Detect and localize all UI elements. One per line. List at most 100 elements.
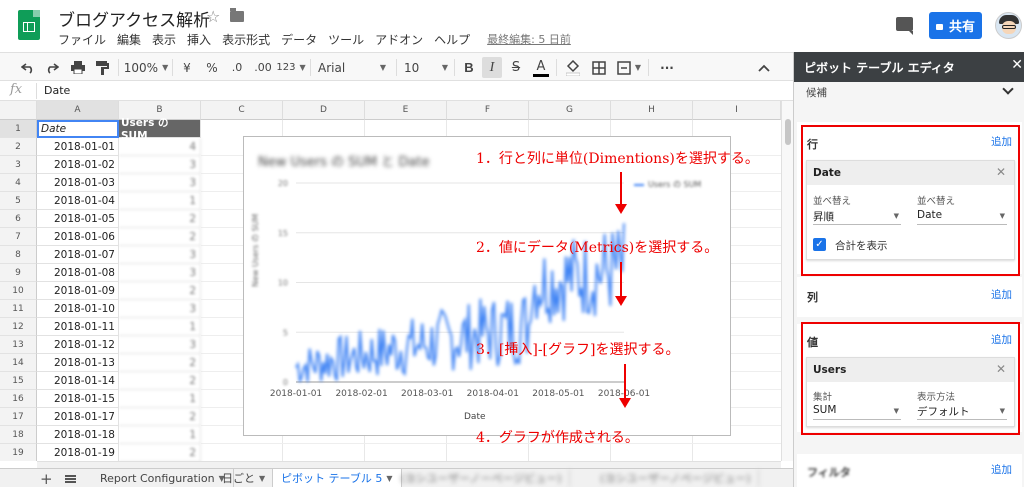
cell-users-sum[interactable]: 3 <box>119 246 201 264</box>
folder-icon[interactable] <box>230 8 244 22</box>
cell-date[interactable]: 2018-01-04 <box>37 192 119 210</box>
cell-date[interactable]: 2018-01-12 <box>37 336 119 354</box>
currency-button[interactable]: ¥ <box>180 59 194 76</box>
column-header-d[interactable]: D <box>283 101 365 120</box>
cell-date[interactable]: 2018-01-02 <box>37 156 119 174</box>
close-icon[interactable]: ✕ <box>1011 57 1023 73</box>
row-header[interactable]: 6 <box>0 210 37 228</box>
menu-insert[interactable]: 挿入 <box>187 31 211 48</box>
cell-users-sum[interactable]: 3 <box>119 336 201 354</box>
menu-view[interactable]: 表示 <box>152 31 176 48</box>
column-header-h[interactable]: H <box>611 101 693 120</box>
row-header[interactable]: 10 <box>0 282 37 300</box>
redo-icon[interactable] <box>44 59 60 76</box>
cell-date[interactable]: 2018-01-08 <box>37 264 119 282</box>
row-header[interactable]: 12 <box>0 318 37 336</box>
borders-icon[interactable] <box>590 59 608 76</box>
more-formats-button[interactable]: 123 ▼ <box>276 59 305 76</box>
sheets-logo-icon[interactable] <box>18 10 40 40</box>
comment-icon[interactable] <box>896 17 913 35</box>
column-header-c[interactable]: C <box>201 101 283 120</box>
star-icon[interactable]: ☆ <box>206 7 220 26</box>
row-header[interactable]: 11 <box>0 300 37 318</box>
column-header-i[interactable]: I <box>693 101 781 120</box>
cell-users-sum[interactable]: 1 <box>119 192 201 210</box>
collapse-toolbar-icon[interactable] <box>756 59 772 76</box>
row-header[interactable]: 14 <box>0 354 37 372</box>
columns-add-button[interactable]: 追加 <box>991 287 1012 302</box>
cell-users-sum[interactable]: 2 <box>119 210 201 228</box>
row-header[interactable]: 5 <box>0 192 37 210</box>
tab-pivot-table-5[interactable]: ピボット テーブル 5 ▼ <box>272 469 402 487</box>
font-size-select[interactable]: 10 ▼ <box>404 59 448 76</box>
decrease-decimal-button[interactable]: .0 <box>228 59 246 76</box>
menu-addons[interactable]: アドオン <box>375 31 423 48</box>
line-chart[interactable]: New Users の SUM と Date Users の SUM New U… <box>243 136 731 436</box>
tab-report-configuration[interactable]: Report Configuration ▼ <box>92 469 234 487</box>
row-header[interactable]: 4 <box>0 174 37 192</box>
zoom-select[interactable]: 100% ▼ <box>124 59 168 76</box>
cell-date[interactable]: 2018-01-13 <box>37 354 119 372</box>
bold-button[interactable]: B <box>461 59 477 76</box>
cell-date[interactable]: 2018-01-17 <box>37 408 119 426</box>
row-header[interactable]: 19 <box>0 444 37 461</box>
row-header[interactable]: 17 <box>0 408 37 426</box>
cell-date[interactable]: 2018-01-09 <box>37 282 119 300</box>
filter-add-button[interactable]: 追加 <box>991 462 1012 477</box>
tab-blurred-2[interactable]: (ヨシユーザーノページビュー) <box>592 469 760 487</box>
row-header[interactable]: 13 <box>0 336 37 354</box>
last-edit-link[interactable]: 最終編集: 5 日前 <box>487 31 571 48</box>
candidates-label[interactable]: 候補 <box>806 85 827 100</box>
row-header[interactable]: 15 <box>0 372 37 390</box>
row-header[interactable]: 7 <box>0 228 37 246</box>
all-sheets-icon[interactable] <box>65 475 76 483</box>
increase-decimal-button[interactable]: .00 <box>252 59 274 76</box>
cell-users-sum[interactable]: 2 <box>119 282 201 300</box>
cell-date[interactable]: 2018-01-11 <box>37 318 119 336</box>
row-header[interactable]: 16 <box>0 390 37 408</box>
document-title[interactable]: ブログアクセス解析 <box>58 6 210 31</box>
avatar[interactable] <box>995 12 1022 39</box>
percent-button[interactable]: % <box>204 59 220 76</box>
column-header-f[interactable]: F <box>447 101 529 120</box>
cell-users-sum[interactable]: 4 <box>119 138 201 156</box>
menu-tools[interactable]: ツール <box>328 31 364 48</box>
cell-users-sum[interactable]: 1 <box>119 390 201 408</box>
cell-users-sum[interactable]: 2 <box>119 372 201 390</box>
column-header-a[interactable]: A <box>37 101 119 120</box>
chevron-down-icon[interactable] <box>1002 83 1014 95</box>
row-header[interactable]: 8 <box>0 246 37 264</box>
cell-date[interactable]: 2018-01-10 <box>37 300 119 318</box>
strikethrough-button[interactable]: S <box>508 59 524 76</box>
cell-a1[interactable]: Date <box>37 120 119 138</box>
cell-date[interactable]: 2018-01-05 <box>37 210 119 228</box>
cell-date[interactable]: 2018-01-06 <box>37 228 119 246</box>
merge-cells-icon[interactable]: ▼ <box>616 59 642 76</box>
tab-daily[interactable]: 日ごと ▼ <box>214 469 275 487</box>
menu-edit[interactable]: 編集 <box>117 31 141 48</box>
menu-help[interactable]: ヘルプ <box>434 31 470 48</box>
cell-users-sum[interactable]: 2 <box>119 354 201 372</box>
menu-data[interactable]: データ <box>281 31 317 48</box>
column-header-g[interactable]: G <box>529 101 611 120</box>
row-header[interactable]: 2 <box>0 138 37 156</box>
font-select[interactable]: Arial ▼ <box>318 59 386 76</box>
fill-color-icon[interactable] <box>564 59 582 76</box>
menu-format[interactable]: 表示形式 <box>222 31 270 48</box>
cell-date[interactable]: 2018-01-07 <box>37 246 119 264</box>
cell-users-sum[interactable]: 3 <box>119 156 201 174</box>
horizontal-scrollbar[interactable] <box>37 461 781 468</box>
cell-date[interactable]: 2018-01-18 <box>37 426 119 444</box>
print-icon[interactable] <box>70 59 86 76</box>
menu-file[interactable]: ファイル <box>58 31 106 48</box>
cell-users-sum[interactable]: 2 <box>119 444 201 461</box>
tab-blurred-1[interactable]: (ヨシユーザーノーページビュー) <box>392 469 571 487</box>
cell-date[interactable]: 2018-01-14 <box>37 372 119 390</box>
cell-users-sum[interactable]: 3 <box>119 300 201 318</box>
italic-button[interactable]: I <box>482 57 502 78</box>
cell-b1[interactable]: Users の SUM <box>119 117 201 142</box>
select-all-corner[interactable] <box>0 101 37 120</box>
cell-users-sum[interactable]: 1 <box>119 318 201 336</box>
cell-users-sum[interactable]: 2 <box>119 408 201 426</box>
undo-icon[interactable] <box>20 59 36 76</box>
